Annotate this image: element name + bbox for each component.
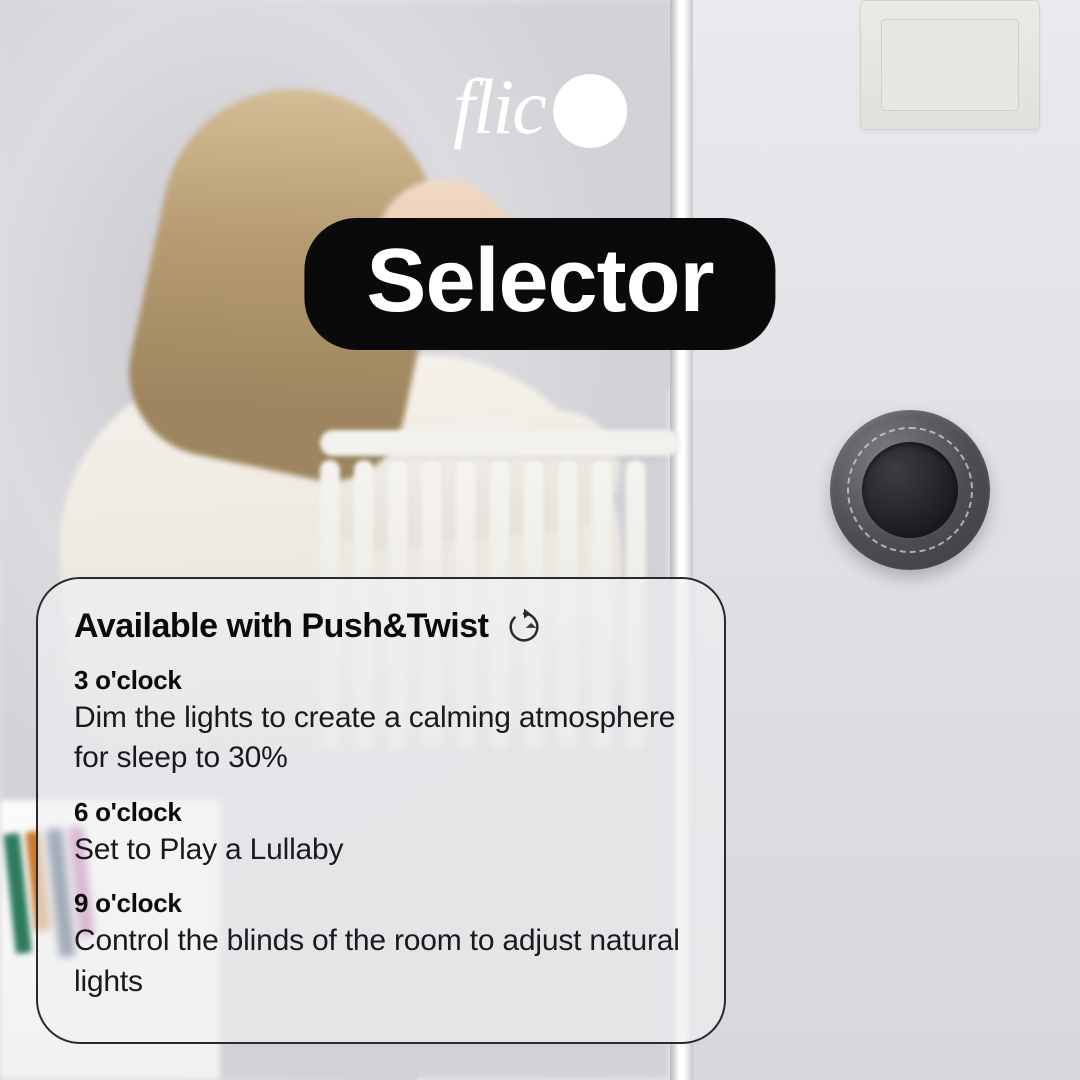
feature-time: 6 o'clock xyxy=(74,797,688,828)
feature-description: Set to Play a Lullaby xyxy=(74,830,688,871)
light-switch-plate xyxy=(860,0,1040,130)
rotate-icon xyxy=(504,607,544,647)
feature-time: 3 o'clock xyxy=(74,665,688,696)
brand-logo: flic xyxy=(453,62,627,152)
brand-logotype: flic xyxy=(453,62,545,152)
card-header-text: Available with Push&Twist xyxy=(74,607,488,646)
feature-item: 6 o'clock Set to Play a Lullaby xyxy=(74,797,688,871)
twist-dial-device xyxy=(830,410,990,570)
features-card: Available with Push&Twist 3 o'clock Dim … xyxy=(36,577,726,1045)
feature-description: Control the blinds of the room to adjust… xyxy=(74,921,688,1002)
feature-item: 3 o'clock Dim the lights to create a cal… xyxy=(74,665,688,779)
title-text: Selector xyxy=(366,231,713,331)
title-pill: Selector xyxy=(304,218,775,350)
brand-logo-dot-icon xyxy=(553,74,627,148)
promo-scene: flic Selector Available with Push&Twist … xyxy=(0,0,1080,1080)
card-header: Available with Push&Twist xyxy=(74,607,688,647)
feature-description: Dim the lights to create a calming atmos… xyxy=(74,698,688,779)
feature-item: 9 o'clock Control the blinds of the room… xyxy=(74,888,688,1002)
feature-time: 9 o'clock xyxy=(74,888,688,919)
